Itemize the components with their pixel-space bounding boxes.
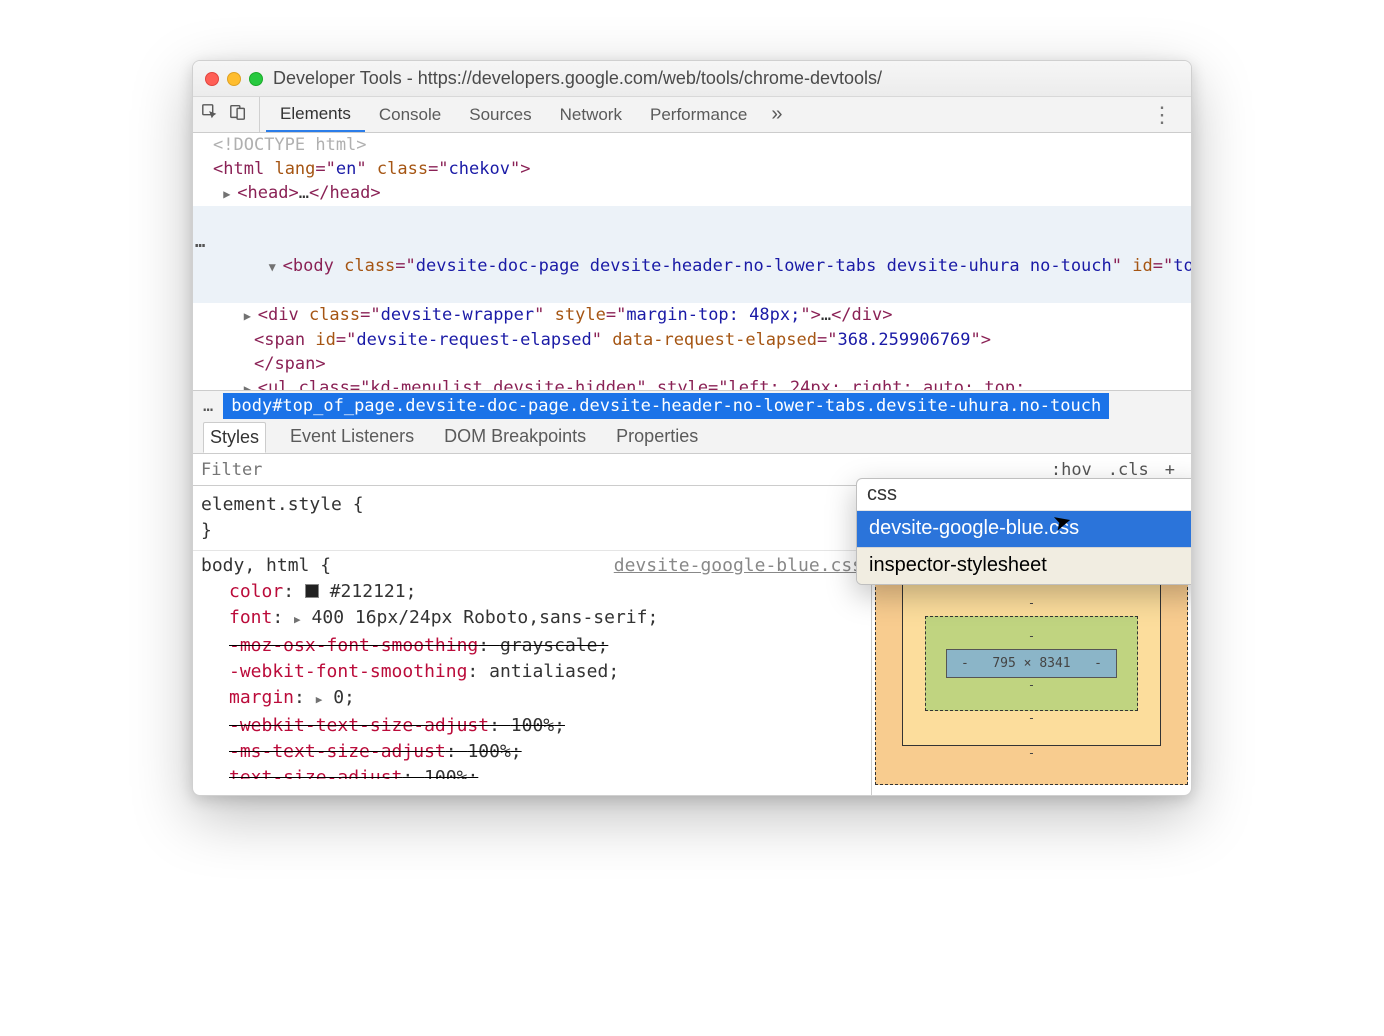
window-controls	[205, 72, 263, 86]
rule-selector[interactable]: body, html {	[201, 553, 331, 579]
bm-padding-dash: -	[946, 678, 1117, 698]
tabs-overflow-button[interactable]: »	[765, 103, 788, 126]
settings-menu-button[interactable]: ⋮	[1141, 104, 1183, 126]
expand-shorthand-icon[interactable]: ▶	[316, 693, 323, 706]
styles-body: element.style { } body, html { devsite-g…	[193, 486, 1191, 795]
breadcrumb-path[interactable]: body#top_of_page.devsite-doc-page.devsit…	[223, 393, 1109, 419]
popup-item[interactable]: inspector-stylesheet	[857, 548, 1192, 584]
stylesheet-picker-popup[interactable]: css devsite-google-blue.css inspector-st…	[856, 478, 1192, 585]
bm-border-dash: -	[925, 711, 1138, 731]
dom-cutoff-row: <ul class="kd-menulist devsite-hidden" s…	[193, 376, 1191, 390]
tab-network[interactable]: Network	[546, 97, 636, 132]
popup-filter-input[interactable]: css	[857, 479, 1192, 511]
expand-shorthand-icon[interactable]: ▶	[294, 613, 301, 626]
device-toggle-icon[interactable]	[229, 103, 247, 126]
cls-toggle[interactable]: .cls	[1100, 460, 1157, 480]
close-window-button[interactable]	[205, 72, 219, 86]
hov-toggle[interactable]: :hov	[1043, 460, 1100, 480]
computed-boxmodel-pane: css devsite-google-blue.css inspector-st…	[871, 486, 1191, 795]
color-swatch-icon[interactable]	[305, 584, 319, 598]
subtab-properties[interactable]: Properties	[610, 422, 704, 451]
css-rules[interactable]: element.style { } body, html { devsite-g…	[193, 486, 871, 795]
subtab-styles[interactable]: Styles	[203, 422, 266, 453]
titlebar: Developer Tools - https://developers.goo…	[193, 61, 1191, 97]
toolbar-icons	[201, 97, 260, 132]
decl-webkit-smoothing[interactable]: -webkit-font-smoothing: antialiased;	[201, 659, 863, 685]
sidebar-tabs: Styles Event Listeners DOM Breakpoints P…	[193, 420, 1191, 454]
styles-filter-input[interactable]	[201, 460, 1043, 480]
decl-ms-text-size[interactable]: -ms-text-size-adjust: 100%;	[201, 739, 863, 765]
bm-margin-dash: -	[902, 746, 1161, 766]
tab-elements[interactable]: Elements	[266, 97, 365, 132]
panel-tabs: Elements Console Sources Network Perform…	[266, 97, 761, 132]
breadcrumb-ellipsis[interactable]: …	[193, 396, 223, 416]
collapse-icon[interactable]	[269, 255, 283, 279]
rule-element-style[interactable]: element.style { }	[193, 490, 871, 551]
new-rule-button[interactable]: +	[1157, 460, 1183, 480]
bm-padding-dash: -	[946, 629, 1117, 649]
bm-side-dash: -	[961, 656, 969, 671]
popup-item[interactable]: devsite-google-blue.css	[857, 511, 1192, 547]
zoom-window-button[interactable]	[249, 72, 263, 86]
tab-sources[interactable]: Sources	[455, 97, 545, 132]
tab-console[interactable]: Console	[365, 97, 455, 132]
dom-html-open[interactable]: <html lang="en" class="chekov">	[193, 157, 1191, 181]
dom-span-elapsed-close[interactable]: </span>	[193, 352, 1191, 376]
decl-color[interactable]: color: #212121;	[201, 579, 863, 605]
main-toolbar: Elements Console Sources Network Perform…	[193, 97, 1191, 133]
expand-icon[interactable]	[244, 304, 258, 328]
bm-side-dash: -	[1094, 656, 1102, 671]
dom-head[interactable]: <head>…</head>	[193, 181, 1191, 206]
breadcrumb[interactable]: … body#top_of_page.devsite-doc-page.devs…	[193, 390, 1191, 420]
tab-performance[interactable]: Performance	[636, 97, 761, 132]
dom-body-selected[interactable]: … <body class="devsite-doc-page devsite-…	[193, 206, 1191, 303]
bm-border-dash: -	[925, 596, 1138, 616]
bm-content-size: 795 × 8341	[992, 656, 1070, 671]
decl-webkit-text-size[interactable]: -webkit-text-size-adjust: 100%;	[201, 713, 863, 739]
expand-icon[interactable]	[223, 182, 237, 206]
inspect-element-icon[interactable]	[201, 103, 219, 126]
subtab-event-listeners[interactable]: Event Listeners	[284, 422, 420, 451]
rule-body-html[interactable]: body, html { devsite-google-blue.css col…	[193, 551, 871, 785]
rule-source-link[interactable]: devsite-google-blue.css	[614, 553, 863, 579]
subtab-dom-breakpoints[interactable]: DOM Breakpoints	[438, 422, 592, 451]
decl-margin[interactable]: margin: ▶ 0;	[201, 685, 863, 713]
devtools-window: Developer Tools - https://developers.goo…	[192, 60, 1192, 796]
decl-text-size-adjust[interactable]: text-size-adjust: 100%;	[201, 765, 863, 779]
decl-font[interactable]: font: ▶ 400 16px/24px Roboto,sans-serif;	[201, 605, 863, 633]
dom-div-wrapper[interactable]: <div class="devsite-wrapper" style="marg…	[193, 303, 1191, 328]
window-title: Developer Tools - https://developers.goo…	[273, 68, 1179, 89]
dom-tree[interactable]: <!DOCTYPE html> <html lang="en" class="c…	[193, 133, 1191, 390]
dom-span-elapsed-open[interactable]: <span id="devsite-request-elapsed" data-…	[193, 328, 1191, 352]
decl-moz-smoothing[interactable]: -moz-osx-font-smoothing: grayscale;	[201, 633, 863, 659]
dom-doctype[interactable]: <!DOCTYPE html>	[213, 135, 367, 155]
minimize-window-button[interactable]	[227, 72, 241, 86]
gutter-ellipsis: …	[195, 230, 205, 254]
